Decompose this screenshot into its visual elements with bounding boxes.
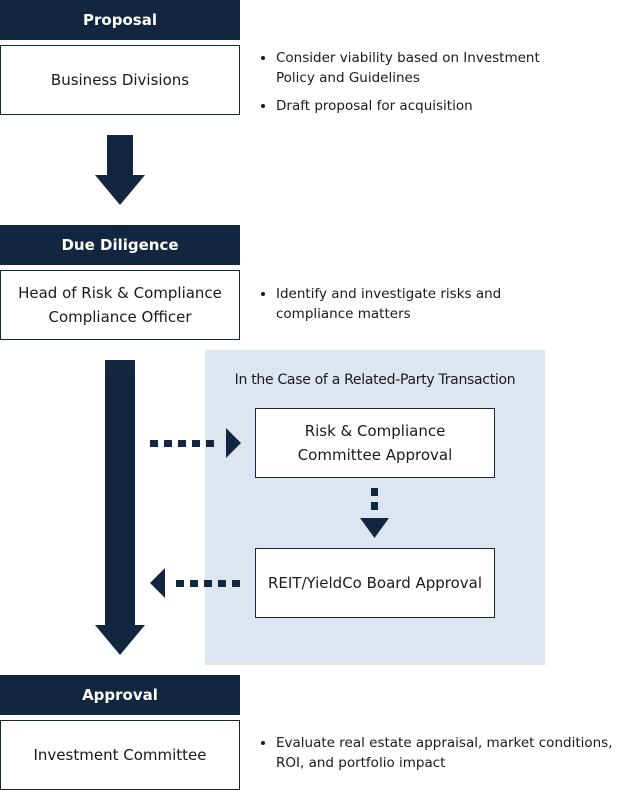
down-arrow-1 xyxy=(95,135,145,205)
dashed-arrow-down xyxy=(360,488,389,538)
dashed-arrow-left xyxy=(150,568,240,598)
arrows xyxy=(95,135,389,655)
box-label: Investment Committee xyxy=(33,746,207,764)
approval-notes: Evaluate real estate appraisal, market c… xyxy=(258,733,625,781)
stage-header-approval: Approval xyxy=(0,675,240,715)
investment-committee-box: Investment Committee xyxy=(0,720,240,790)
note: Evaluate real estate appraisal, market c… xyxy=(276,733,625,773)
main-down-arrow xyxy=(95,360,145,655)
dashed-arrow-right xyxy=(150,428,241,458)
